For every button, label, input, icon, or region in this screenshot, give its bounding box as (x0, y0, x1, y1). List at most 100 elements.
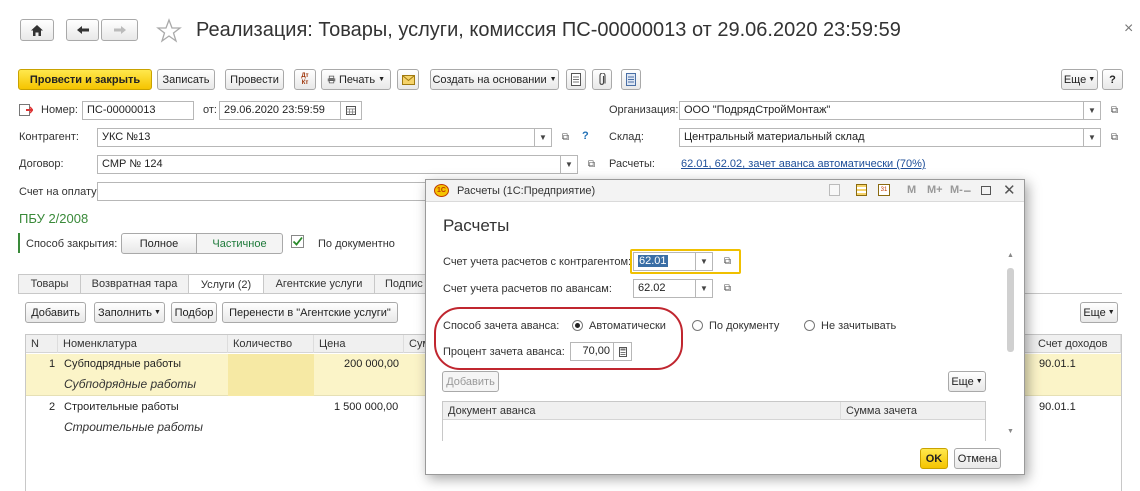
closing-method-label: Способ закрытия: (26, 238, 118, 250)
page-title: Реализация: Товары, услуги, комиссия ПС-… (196, 19, 901, 41)
contract-field[interactable]: СМР № 124 (97, 155, 561, 174)
document-icon (571, 73, 581, 86)
advance-account-field[interactable]: 62.02 (633, 279, 696, 298)
create-based-on-button[interactable]: Создать на основании ▼ (430, 69, 559, 90)
col-offset-sum[interactable]: Сумма зачета (841, 402, 985, 420)
arrow-left-icon (76, 26, 89, 34)
home-button[interactable] (20, 19, 54, 41)
document-icon (19, 104, 34, 119)
row-number: 1 (49, 358, 56, 370)
back-button[interactable] (66, 19, 99, 41)
by-document-label: По документно (318, 238, 395, 250)
add-row-button[interactable]: Добавить (25, 302, 86, 323)
help-button[interactable]: ? (1102, 69, 1123, 90)
open-icon[interactable]: ⧉ (1108, 104, 1121, 117)
row-account: 90.01.1 (1039, 358, 1076, 370)
post-and-close-button[interactable]: Провести и закрыть (18, 69, 152, 90)
calendar-button[interactable] (341, 101, 362, 120)
close-icon[interactable]: × (1124, 20, 1133, 38)
advance-account-dropdown[interactable]: ▼ (696, 279, 713, 298)
account-dropdown[interactable]: ▼ (696, 252, 713, 271)
save-button[interactable]: Записать (157, 69, 215, 90)
col-nomenclature[interactable]: Номенклатура (58, 335, 228, 353)
row-price: 200 000,00 (344, 358, 400, 370)
col-advance-document[interactable]: Документ аванса (443, 402, 841, 420)
fill-button[interactable]: Заполнить ▼ (94, 302, 165, 323)
contractor-field[interactable]: УКС №13 (97, 128, 535, 147)
account-field[interactable]: 62.01 (633, 252, 696, 271)
invoice-field[interactable] (97, 182, 437, 201)
open-icon[interactable]: ⧉ (721, 282, 734, 295)
warehouse-dropdown[interactable]: ▼ (1084, 128, 1101, 147)
email-button[interactable] (397, 69, 419, 90)
post-button[interactable]: Провести (225, 69, 284, 90)
open-icon[interactable]: ⧉ (559, 131, 572, 144)
ok-button[interactable]: OK (920, 448, 948, 469)
cancel-button[interactable]: Отмена (954, 448, 1001, 469)
method-auto-radio[interactable] (572, 320, 583, 331)
tab-goods[interactable]: Товары (18, 274, 81, 293)
col-price[interactable]: Цена (314, 335, 404, 353)
memory-plus-button[interactable]: M+ (927, 184, 943, 196)
method-none-radio[interactable] (804, 320, 815, 331)
dialog-add-button[interactable]: Добавить (442, 371, 499, 392)
create-based-label: Создать на основании (432, 73, 547, 86)
dialog-more-button[interactable]: Еще ▼ (948, 371, 986, 392)
dialog-scrollbar[interactable] (1007, 268, 1014, 352)
tab-signatures[interactable]: Подпис (374, 274, 430, 293)
organization-field[interactable]: ООО "ПодрядСтройМонтаж" (679, 101, 1084, 120)
organization-label: Организация: (609, 104, 679, 116)
maximize-icon[interactable] (981, 186, 991, 195)
settlements-link[interactable]: 62.01, 62.02, зачет аванса автоматически… (681, 158, 926, 170)
tab-agent-services[interactable]: Агентские услуги (263, 274, 375, 293)
col-income-account[interactable]: Счет доходов (1033, 335, 1121, 353)
1c-logo-icon: 1С (434, 184, 449, 197)
pick-button[interactable]: Подбор (171, 302, 217, 323)
memory-m-button[interactable]: M (907, 184, 916, 196)
table-more-button[interactable]: Еще ▼ (1080, 302, 1118, 323)
more-label: Еще (1083, 306, 1106, 319)
report-button[interactable] (566, 69, 586, 90)
dtkt-button[interactable]: Дт Кт (294, 69, 316, 90)
open-icon[interactable]: ⧉ (585, 158, 598, 171)
help-link[interactable]: ? (582, 130, 589, 142)
open-icon[interactable]: ⧉ (721, 255, 734, 268)
favorite-star-icon[interactable] (156, 18, 182, 44)
arrow-right-icon (113, 26, 126, 34)
tab-services[interactable]: Услуги (2) (188, 274, 264, 294)
print-button[interactable]: Печать ▼ (321, 69, 391, 90)
scroll-down-icon[interactable]: ▼ (1007, 428, 1014, 435)
tab-returnable-packaging[interactable]: Возвратная тара (80, 274, 189, 293)
transfer-to-agent-button[interactable]: Перенести в "Агентские услуги" (222, 302, 398, 323)
calculator-button[interactable] (614, 342, 632, 361)
more-button[interactable]: Еще ▼ (1061, 69, 1098, 90)
organization-dropdown[interactable]: ▼ (1084, 101, 1101, 120)
save-icon[interactable] (829, 184, 840, 196)
scroll-up-icon[interactable]: ▲ (1007, 252, 1014, 259)
forward-button[interactable] (101, 19, 138, 41)
date-field[interactable]: 29.06.2020 23:59:59 (219, 101, 341, 120)
closing-full-button[interactable]: Полное (121, 233, 197, 254)
memory-minus-button[interactable]: M- (950, 184, 963, 196)
chevron-down-icon: ▼ (975, 378, 983, 385)
closing-partial-button[interactable]: Частичное (196, 233, 283, 254)
method-doc-label: По документу (709, 320, 780, 332)
col-n[interactable]: N (26, 335, 58, 353)
more-label: Еще (1063, 73, 1087, 86)
structure-button[interactable] (621, 69, 641, 90)
open-icon[interactable]: ⧉ (1108, 131, 1121, 144)
method-doc-radio[interactable] (692, 320, 703, 331)
contract-dropdown[interactable]: ▼ (561, 155, 578, 174)
warehouse-field[interactable]: Центральный материальный склад (679, 128, 1084, 147)
col-quantity[interactable]: Количество (228, 335, 314, 353)
table-icon[interactable] (856, 184, 867, 196)
by-document-checkbox[interactable] (291, 235, 304, 248)
calendar-icon[interactable]: 31 (878, 184, 890, 196)
number-field[interactable]: ПС-00000013 (82, 101, 194, 120)
contractor-dropdown[interactable]: ▼ (535, 128, 552, 147)
row-name-print: Субподрядные работы (64, 377, 197, 391)
percent-field[interactable]: 70,00 (570, 342, 614, 361)
attach-button[interactable] (592, 69, 612, 90)
dialog-close-icon[interactable]: ✕ (1003, 181, 1016, 199)
minimize-icon[interactable]: – (964, 183, 971, 197)
